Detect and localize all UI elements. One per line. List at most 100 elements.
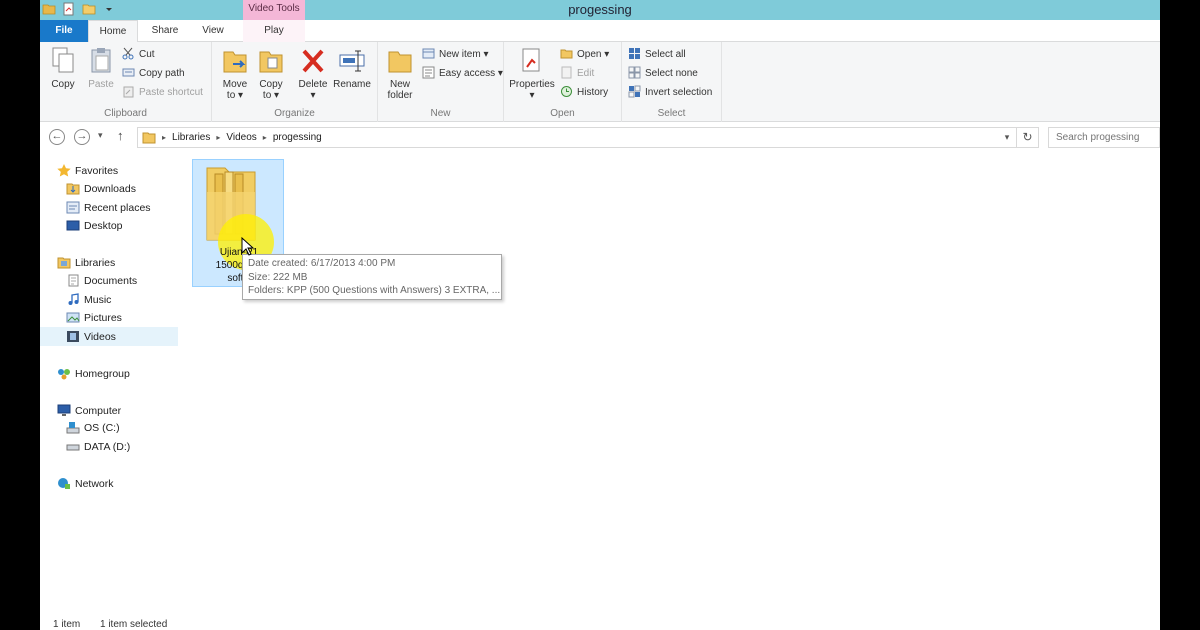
select-all-button[interactable]: Select all xyxy=(628,46,686,63)
nav-desktop-label: Desktop xyxy=(84,220,123,232)
nav-computer-label: Computer xyxy=(75,405,122,417)
paste-button[interactable]: Paste xyxy=(84,46,118,90)
nav-music[interactable]: Music xyxy=(66,291,111,309)
move-to-icon xyxy=(223,51,247,73)
select-group: Select all Select none Invert selection … xyxy=(622,42,722,122)
paste-shortcut-label: Paste shortcut xyxy=(139,87,203,98)
cut-label: Cut xyxy=(139,49,155,60)
nav-documents-label: Documents xyxy=(84,275,138,287)
forward-button[interactable]: → xyxy=(74,129,90,145)
tab-home[interactable]: Home xyxy=(88,20,138,43)
paste-shortcut-button[interactable]: Paste shortcut xyxy=(122,84,203,101)
recent-places-icon xyxy=(66,201,80,214)
open-group: Properties ▾ Open ▾ Edit History Open xyxy=(504,42,622,122)
move-to-button[interactable]: Move to ▾ xyxy=(218,46,252,101)
cut-button[interactable]: Cut xyxy=(122,46,155,63)
open-folder-icon xyxy=(560,49,573,59)
select-none-label: Select none xyxy=(645,68,698,79)
recent-locations-button[interactable]: ▾ xyxy=(98,130,103,141)
downloads-icon xyxy=(66,183,80,195)
breadcrumb-progessing[interactable]: progessing xyxy=(273,132,322,143)
tooltip-size: Size: 222 MB xyxy=(248,271,308,283)
refresh-button[interactable]: ↻ xyxy=(1017,127,1039,148)
properties-button[interactable]: Properties ▾ xyxy=(508,46,556,101)
nav-recent-places[interactable]: Recent places xyxy=(66,199,151,217)
nav-desktop[interactable]: Desktop xyxy=(66,217,123,235)
navigation-pane: Favorites Downloads Recent places Deskto… xyxy=(40,152,180,612)
copy-path-button[interactable]: Copy path xyxy=(122,65,185,82)
explorer-window: Video Tools progessing File Home Share V… xyxy=(40,0,1160,630)
history-button[interactable]: History xyxy=(560,84,608,101)
invert-selection-button[interactable]: Invert selection xyxy=(628,84,712,101)
nav-favorites[interactable]: Favorites xyxy=(57,162,118,180)
open-button[interactable]: Open ▾ xyxy=(560,46,609,63)
edit-label: Edit xyxy=(577,68,595,79)
path-separator: ▸ xyxy=(262,133,267,142)
new-group-label: New xyxy=(430,108,451,119)
clipboard-group-label: Clipboard xyxy=(104,108,147,119)
select-none-button[interactable]: Select none xyxy=(628,65,698,82)
nav-network[interactable]: Network xyxy=(57,475,114,493)
move-to-label-1: Move xyxy=(222,79,248,90)
nav-videos-label: Videos xyxy=(84,331,116,343)
nav-data-d-label: DATA (D:) xyxy=(84,441,131,453)
edit-icon xyxy=(561,66,572,79)
copy-button[interactable]: Copy xyxy=(46,46,80,90)
nav-documents[interactable]: Documents xyxy=(66,272,137,290)
invert-selection-label: Invert selection xyxy=(645,87,713,98)
delete-x-icon xyxy=(302,49,324,73)
breadcrumb-videos[interactable]: Videos xyxy=(226,132,256,143)
nav-favorites-label: Favorites xyxy=(75,165,119,177)
copy-path-label: Copy path xyxy=(139,68,185,79)
desktop-icon xyxy=(66,220,80,231)
tab-share[interactable]: Share xyxy=(142,20,188,42)
documents-icon xyxy=(68,274,79,287)
title-bar: Video Tools progessing xyxy=(40,0,1160,20)
address-dropdown-icon[interactable]: ▾ xyxy=(1000,130,1014,145)
nav-pictures[interactable]: Pictures xyxy=(66,309,122,327)
music-note-icon xyxy=(68,293,79,305)
delete-button[interactable]: Delete ▾ xyxy=(296,46,330,101)
nav-computer[interactable]: Computer xyxy=(57,402,121,420)
edit-button[interactable]: Edit xyxy=(560,65,594,82)
star-icon xyxy=(57,164,71,177)
libraries-icon xyxy=(57,257,71,269)
new-group: New folder New item ▾ Easy access ▾ New xyxy=(378,42,504,122)
pictures-icon xyxy=(66,312,80,323)
nav-os-c[interactable]: OS (C:) xyxy=(66,419,120,437)
copy-to-button[interactable]: Copy to ▾ xyxy=(254,46,288,101)
film-icon xyxy=(67,331,79,342)
computer-icon xyxy=(57,404,71,416)
up-button[interactable]: ↑ xyxy=(117,128,124,143)
easy-access-icon xyxy=(422,66,435,79)
nav-downloads[interactable]: Downloads xyxy=(66,180,136,198)
breadcrumb-libraries[interactable]: Libraries xyxy=(172,132,210,143)
nav-videos[interactable]: Videos xyxy=(66,328,116,346)
tab-play[interactable]: Play xyxy=(243,20,305,42)
copy-to-icon xyxy=(259,51,283,73)
easy-access-button[interactable]: Easy access ▾ xyxy=(422,65,503,82)
file-list-area: Ujian-P1 1500quest softw Date created: 6… xyxy=(180,152,1160,612)
address-bar[interactable]: ▸ Libraries ▸ Videos ▸ progessing ▾ xyxy=(137,127,1017,148)
back-button[interactable]: ← xyxy=(49,129,65,145)
nav-libraries[interactable]: Libraries xyxy=(57,254,115,272)
tab-view[interactable]: View xyxy=(190,20,236,42)
select-all-icon xyxy=(629,48,640,59)
new-item-button[interactable]: New item ▾ xyxy=(422,46,488,63)
ribbon: Copy Paste Cut Copy path Paste shortcut … xyxy=(40,42,1160,122)
nav-homegroup[interactable]: Homegroup xyxy=(57,365,130,383)
rename-button[interactable]: Rename xyxy=(332,46,372,90)
invert-selection-icon xyxy=(628,85,641,98)
mouse-cursor-icon xyxy=(241,237,255,256)
nav-recent-places-label: Recent places xyxy=(84,202,151,214)
nav-data-d[interactable]: DATA (D:) xyxy=(66,438,130,456)
search-input[interactable] xyxy=(1048,127,1160,148)
navigation-bar: ← → ▾ ↑ ▸ Libraries ▸ Videos ▸ progessin… xyxy=(40,124,1160,150)
status-selected-count: 1 item selected xyxy=(100,619,168,630)
history-icon xyxy=(561,86,572,97)
nav-downloads-label: Downloads xyxy=(84,183,136,195)
copy-to-label-1: Copy xyxy=(259,79,283,90)
new-folder-button[interactable]: New folder xyxy=(382,46,418,101)
tab-file[interactable]: File xyxy=(40,20,88,42)
network-icon xyxy=(58,478,70,489)
